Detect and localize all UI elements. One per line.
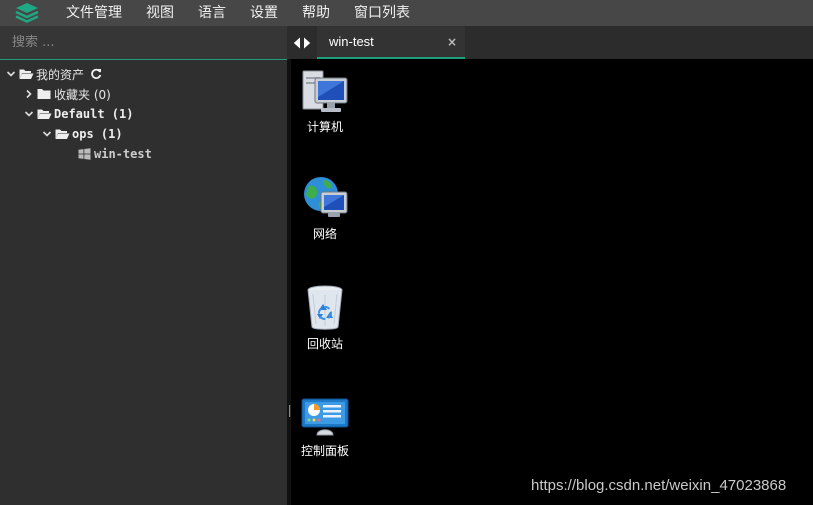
tree-node-default[interactable]: Default (1) [0, 104, 287, 124]
chevron-down-icon[interactable] [22, 107, 36, 121]
asset-sidebar: 我的资产 收藏夹 (0) Default (1) [0, 26, 287, 505]
menu-language[interactable]: 语言 [186, 0, 238, 26]
computer-icon [302, 70, 348, 112]
tree-label: 收藏夹 (0) [54, 87, 111, 102]
tree-node-win-test[interactable]: win-test [0, 144, 287, 164]
tab-scroll-arrows[interactable] [287, 26, 317, 59]
tab-label: win-test [329, 34, 374, 49]
watermark-text: https://blog.csdn.net/weixin_47023868 [531, 477, 787, 494]
menubar: 文件管理 视图 语言 设置 帮助 窗口列表 [0, 0, 813, 26]
tab-win-test[interactable]: win-test × [317, 26, 465, 59]
windows-icon [76, 147, 92, 161]
folder-icon [36, 87, 52, 101]
tree-node-favorites[interactable]: 收藏夹 (0) [0, 84, 287, 104]
network-icon [304, 177, 348, 217]
asset-tree: 我的资产 收藏夹 (0) Default (1) ops (1) win-tes… [0, 60, 287, 164]
folder-open-icon [54, 127, 70, 141]
control-panel-icon [301, 398, 349, 436]
tree-label: Default (1) [54, 107, 134, 121]
app-logo-icon[interactable] [0, 0, 54, 26]
tree-label: win-test [94, 147, 152, 161]
folder-open-icon [18, 67, 34, 81]
desktop-icon-label: 网络 [312, 227, 337, 241]
chevron-down-icon[interactable] [4, 67, 18, 81]
tree-node-ops[interactable]: ops (1) [0, 124, 287, 144]
chevron-down-icon[interactable] [40, 127, 54, 141]
session-tab-bar: win-test × [287, 26, 813, 59]
desktop-icon-label: 回收站 [306, 337, 343, 351]
recycle-bin-icon [307, 285, 343, 330]
desktop-icon-computer[interactable]: 计算机 [290, 69, 360, 135]
arrow-right-icon[interactable] [303, 37, 311, 49]
tree-label: 我的资产 [36, 67, 85, 82]
menu-view[interactable]: 视图 [134, 0, 186, 26]
desktop-icon-label: 控制面板 [300, 444, 349, 458]
folder-open-icon [36, 107, 52, 121]
menu-window-list[interactable]: 窗口列表 [342, 0, 422, 26]
desktop-icon-control-panel[interactable]: 控制面板 [290, 397, 360, 459]
tree-node-my-assets[interactable]: 我的资产 [0, 64, 287, 84]
menu-settings[interactable]: 设置 [238, 0, 290, 26]
search-input[interactable] [12, 29, 282, 56]
desktop-icon-network[interactable]: 网络 [290, 174, 360, 242]
refresh-icon[interactable] [88, 67, 104, 81]
search-bar [0, 26, 287, 60]
desktop-icon-label: 计算机 [306, 120, 343, 134]
chevron-right-icon[interactable] [22, 87, 36, 101]
menu-help[interactable]: 帮助 [290, 0, 342, 26]
desktop-icon-recycle-bin[interactable]: 回收站 [290, 284, 360, 352]
remote-desktop[interactable]: 计算机 网络 回收站 控制面板 https://blog.csdn.net/we… [291, 59, 813, 505]
menu-file-manager[interactable]: 文件管理 [54, 0, 134, 26]
arrow-left-icon[interactable] [293, 37, 301, 49]
close-icon[interactable]: × [447, 35, 457, 49]
tree-label: ops (1) [72, 127, 123, 141]
